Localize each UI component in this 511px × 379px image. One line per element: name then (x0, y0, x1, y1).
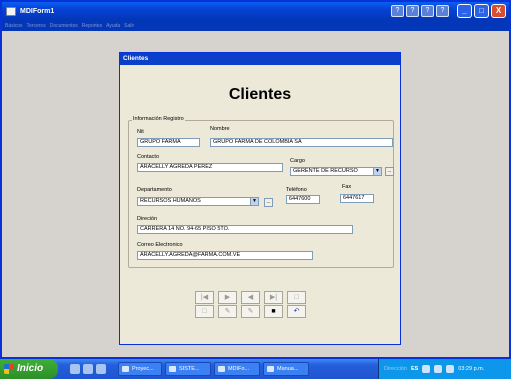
app-icon[interactable] (83, 364, 93, 374)
cargo-lookup-button[interactable]: ... (385, 167, 394, 176)
departamento-lookup-button[interactable]: ... (264, 198, 273, 207)
correo-field[interactable]: ARACELLY.AGREDA@FARMA.COM.VE (137, 251, 313, 260)
app-icon (6, 6, 16, 16)
system-tray: Dirección ES 03:29 p.m. (378, 359, 511, 379)
registro-group: Información Registro Nit GRUPO FARMA Nom… (128, 116, 394, 268)
cargo-label: Cargo (290, 158, 305, 164)
departamento-value: RECURSOS HUMANOS (140, 198, 201, 204)
task-label: Proyec... (132, 366, 154, 372)
clock[interactable]: 03:29 p.m. (458, 366, 484, 372)
form-title-bar[interactable]: Clientes (120, 53, 400, 65)
taskbar: Inicio Proyec... SISTE... MDIFo... Manua… (0, 359, 511, 379)
help-icon[interactable]: ? (436, 5, 449, 17)
departamento-label: Departamento (137, 187, 172, 193)
window-icon (169, 366, 176, 372)
next-record-button[interactable]: ▶ (218, 291, 237, 304)
quick-launch (70, 364, 106, 374)
desktop-icon[interactable] (70, 364, 80, 374)
new-record-button[interactable]: □ (195, 305, 214, 318)
mdi-tool-icons: ? ? ? ? (391, 5, 449, 17)
nit-label: Nit (137, 129, 144, 135)
fax-field[interactable]: 6447617 (340, 194, 374, 203)
correo-label: Correo Electronico (137, 242, 183, 248)
menu-terceros[interactable]: Terceros (27, 23, 46, 29)
menu-documentos[interactable]: Documentos (50, 23, 78, 29)
direccion-field[interactable]: CARRERA 14 NO. 94-65 PISO 5TO. (137, 225, 353, 234)
task-siste[interactable]: SISTE... (165, 362, 211, 376)
nombre-field[interactable]: GRUPO FARMA DE COLOMBIA SA (210, 138, 393, 147)
minimize-button[interactable]: _ (457, 4, 472, 18)
nit-field[interactable]: GRUPO FARMA (137, 138, 200, 147)
telefono-field[interactable]: 6447600 (286, 195, 320, 204)
last-record-button[interactable]: ▶| (264, 291, 283, 304)
save-button[interactable]: ■ (264, 305, 283, 318)
task-mdiform[interactable]: MDIFo... (214, 362, 260, 376)
delete-record-button[interactable]: ✎ (241, 305, 260, 318)
new-window-button[interactable]: □ (287, 291, 306, 304)
form-heading: Clientes (228, 86, 292, 103)
menu-ayuda[interactable]: Ayuda (106, 23, 120, 29)
chevron-down-icon[interactable]: ▼ (250, 198, 258, 205)
nombre-label: Nombre (210, 126, 230, 132)
cargo-value: GERENTE DE RECURSO (293, 168, 358, 174)
fax-label: Fax (342, 184, 352, 190)
cargo-select[interactable]: GERENTE DE RECURSO ▼ (290, 167, 382, 176)
menu-salir[interactable]: Salir (124, 23, 134, 29)
task-manual[interactable]: Manua... (263, 362, 309, 376)
chevron-down-icon[interactable]: ▼ (373, 168, 381, 175)
contacto-label: Contacto (137, 154, 160, 160)
mdi-title-bar[interactable]: MDIForm1 ? ? ? ? _ □ X (2, 2, 509, 20)
edit-record-button[interactable]: ✎ (218, 305, 237, 318)
maximize-button[interactable]: □ (474, 4, 489, 18)
direccion-label: Direción (137, 216, 158, 222)
close-button[interactable]: X (491, 4, 506, 18)
menu-basicos[interactable]: Básicos (5, 23, 23, 29)
contacto-field[interactable]: ARACELLY AGREDA PEREZ (137, 163, 283, 172)
help-icon[interactable]: ? (421, 5, 434, 17)
window-icon (218, 366, 225, 372)
departamento-select[interactable]: RECURSOS HUMANOS ▼ (137, 197, 259, 206)
address-label[interactable]: Dirección (384, 366, 407, 372)
help-icon[interactable] (422, 365, 431, 373)
mdi-window: MDIForm1 ? ? ? ? _ □ X Básicos Terceros … (0, 0, 511, 359)
help-icon[interactable]: ? (406, 5, 419, 17)
document-icon (267, 366, 274, 372)
undo-button[interactable]: ↶ (287, 305, 306, 318)
network-icon[interactable] (434, 365, 443, 373)
start-label: Inicio (17, 363, 44, 374)
task-label: MDIFo... (228, 366, 250, 372)
volume-icon[interactable] (446, 365, 455, 373)
start-button[interactable]: Inicio (0, 359, 58, 379)
window-controls: _ □ X (457, 4, 506, 18)
previous-record-button[interactable]: ◀ (241, 291, 260, 304)
task-label: SISTE... (179, 366, 200, 372)
help-icon[interactable]: ? (391, 5, 404, 17)
project-icon (122, 366, 129, 372)
group-label: Información Registro (132, 116, 185, 122)
language-indicator[interactable]: ES (411, 366, 418, 372)
clientes-form-window: Clientes Clientes Información Registro N… (119, 52, 401, 345)
windows-flag-icon (4, 364, 14, 374)
first-record-button[interactable]: |◀ (195, 291, 214, 304)
menu-bar: Básicos Terceros Documentos Reportes Ayu… (2, 20, 509, 31)
app-title: MDIForm1 (20, 7, 55, 15)
telefono-label: Teléfono (286, 187, 307, 193)
browser-icon[interactable] (96, 364, 106, 374)
menu-reportes[interactable]: Reportes (82, 23, 102, 29)
task-label: Manua... (277, 366, 299, 372)
task-proyec[interactable]: Proyec... (118, 362, 162, 376)
